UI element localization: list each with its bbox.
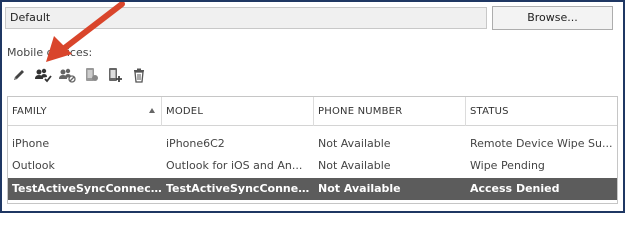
cell-status: Remote Device Wipe Su... [470, 137, 613, 150]
cell-status: Access Denied [470, 182, 560, 195]
mailbox-features-panel: Default Browse... Mobile devices: FAMILY… [0, 0, 625, 213]
column-header-phone-number[interactable]: PHONE NUMBER [314, 97, 466, 126]
column-header-status[interactable]: STATUS [466, 97, 617, 126]
table-header: FAMILY MODEL PHONE NUMBER STATUS [8, 97, 617, 126]
column-header-model[interactable]: MODEL [162, 97, 314, 126]
cell-family: TestActiveSyncConnect... [12, 182, 162, 195]
table-row-selected[interactable]: TestActiveSyncConnect... TestActiveSyncC… [8, 178, 617, 200]
mobile-devices-label: Mobile devices: [7, 46, 93, 59]
wipe-device-icon[interactable] [81, 65, 101, 85]
cell-family: iPhone [12, 137, 50, 150]
cell-status: Wipe Pending [470, 159, 545, 172]
cell-family: Outlook [12, 159, 55, 172]
block-device-icon[interactable] [57, 65, 77, 85]
policy-input[interactable]: Default [5, 7, 487, 29]
table-row[interactable]: iPhone iPhone6C2 Not Available Remote De… [8, 133, 617, 155]
cell-model: TestActiveSyncConnect... [166, 182, 314, 195]
add-device-icon[interactable] [105, 65, 125, 85]
column-header-family[interactable]: FAMILY [8, 97, 162, 126]
cell-phone-number: Not Available [318, 137, 391, 150]
column-header-label: FAMILY [12, 106, 47, 117]
sort-ascending-icon [149, 108, 155, 113]
allow-device-icon[interactable] [33, 65, 53, 85]
trash-icon[interactable] [129, 65, 149, 85]
mobile-devices-table: FAMILY MODEL PHONE NUMBER STATUS iPhone … [7, 96, 618, 204]
cell-phone-number: Not Available [318, 159, 391, 172]
cell-model: Outlook for iOS and An... [166, 159, 303, 172]
cell-phone-number: Not Available [318, 182, 401, 195]
edit-icon[interactable] [9, 65, 29, 85]
cell-model: iPhone6C2 [166, 137, 225, 150]
table-row[interactable]: Outlook Outlook for iOS and An... Not Av… [8, 155, 617, 177]
browse-button[interactable]: Browse... [492, 6, 613, 30]
